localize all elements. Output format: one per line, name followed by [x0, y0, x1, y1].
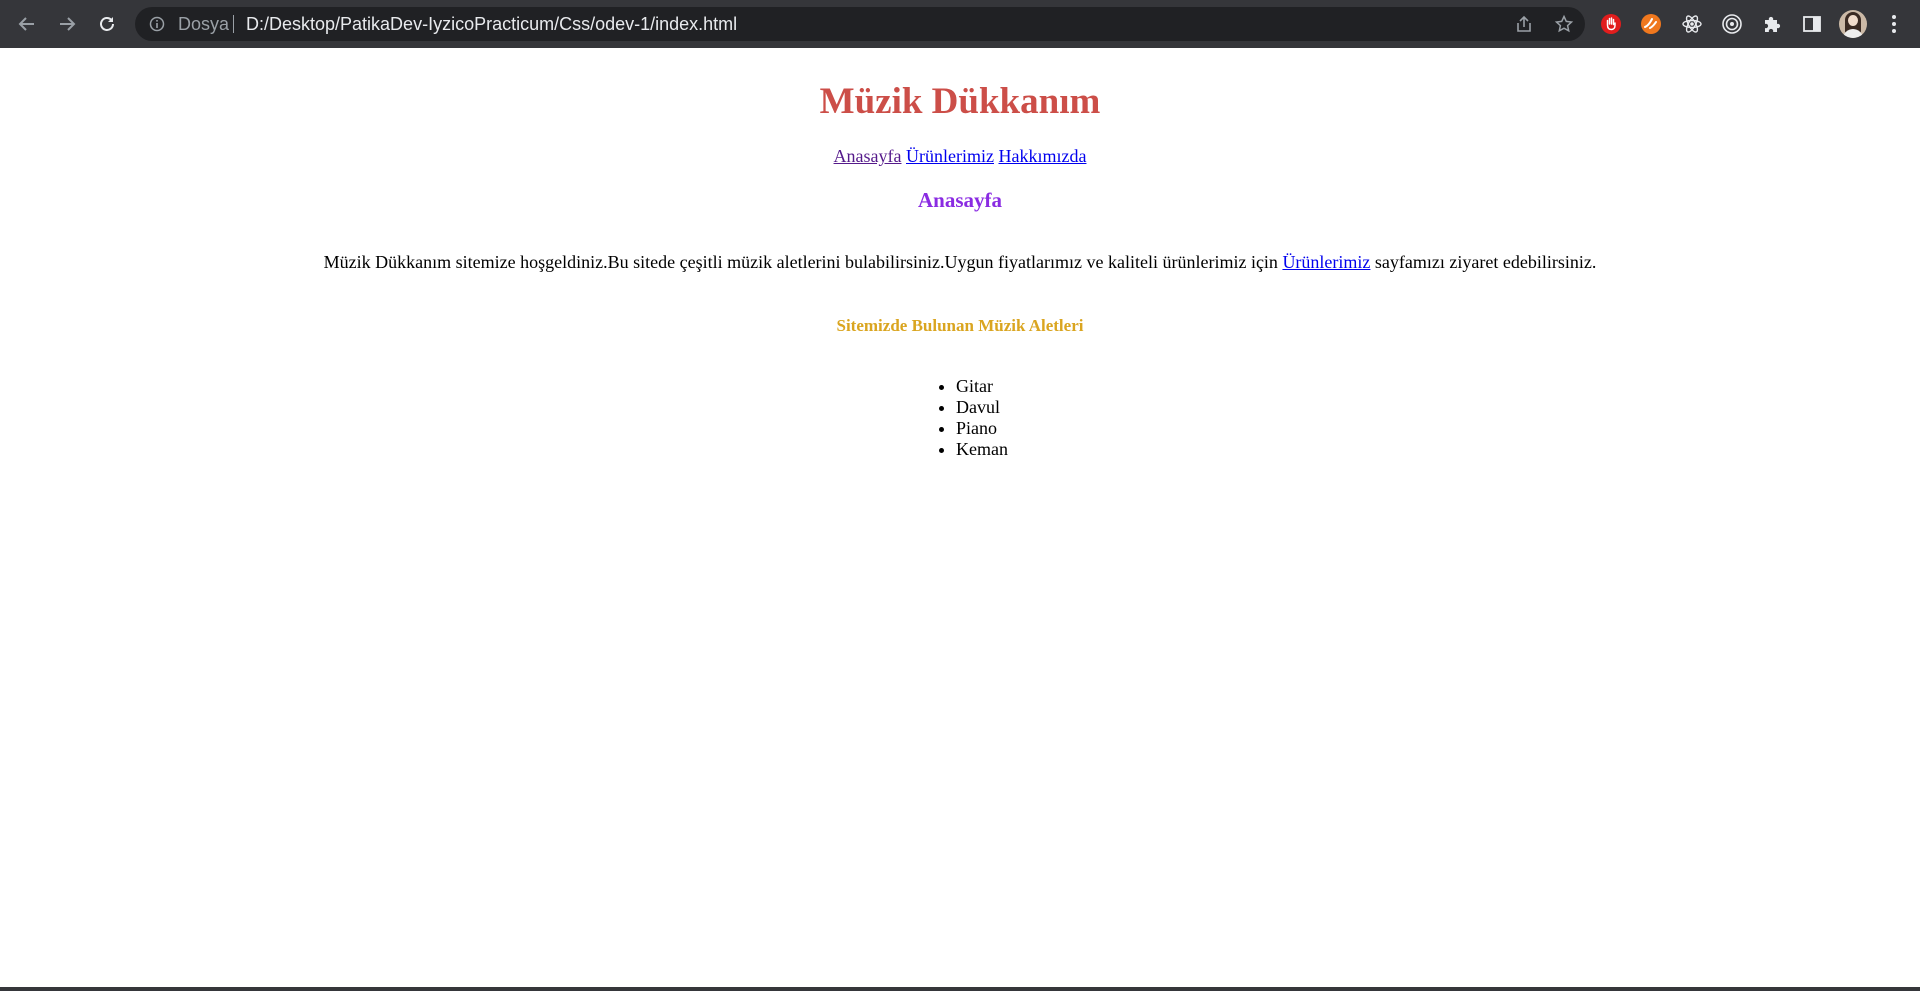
arrow-right-icon	[60, 17, 76, 31]
list-item: Piano	[956, 418, 1008, 439]
browser-toolbar: Dosya D:/Desktop/PatikaDev-IyzicoPractic…	[0, 0, 1920, 48]
orange-extension-icon	[1641, 14, 1661, 34]
extension-orange-button[interactable]	[1638, 11, 1664, 37]
instrument-list: Gitar Davul Piano Keman	[956, 376, 1008, 460]
extensions-button[interactable]	[1759, 11, 1785, 37]
page-content: Müzik Dükkanım Anasayfa Ürünlerimiz Hakk…	[0, 48, 1920, 991]
list-item: Davul	[956, 397, 1008, 418]
info-icon[interactable]	[149, 16, 165, 32]
list-item: Keman	[956, 439, 1008, 460]
share-button[interactable]	[1513, 13, 1535, 35]
intro-text-after: sayfamızı ziyaret edebilirsiniz.	[1370, 252, 1597, 272]
main-nav: Anasayfa Ürünlerimiz Hakkımızda	[0, 146, 1920, 167]
reload-button[interactable]	[92, 9, 122, 39]
intro-paragraph: Müzik Dükkanım sitemize hoşgeldiniz.Bu s…	[0, 252, 1920, 273]
site-info-label[interactable]: Dosya	[178, 7, 229, 41]
reload-icon	[100, 17, 114, 31]
extension-hand-button[interactable]	[1598, 11, 1624, 37]
extension-target-button[interactable]	[1719, 11, 1745, 37]
puzzle-icon	[1765, 16, 1781, 32]
side-panel-icon	[1803, 16, 1821, 32]
share-icon	[1517, 15, 1531, 32]
nav-link-products[interactable]: Ürünlerimiz	[906, 146, 994, 166]
side-panel-button[interactable]	[1799, 11, 1825, 37]
arrow-left-icon	[18, 17, 34, 31]
star-icon	[1554, 14, 1574, 33]
target-icon	[1722, 14, 1742, 34]
page-title: Müzik Dükkanım	[819, 81, 1101, 122]
back-button[interactable]	[12, 9, 42, 39]
forward-button[interactable]	[52, 9, 82, 39]
nav-link-home[interactable]: Anasayfa	[834, 146, 902, 166]
react-atom-icon	[1682, 15, 1702, 33]
intro-products-link[interactable]: Ürünlerimiz	[1282, 252, 1370, 272]
address-divider	[233, 15, 234, 33]
kebab-menu-icon	[1892, 15, 1896, 33]
section-title: Anasayfa	[917, 188, 1002, 212]
address-bar[interactable]: Dosya D:/Desktop/PatikaDev-IyzicoPractic…	[135, 7, 1585, 41]
nav-link-about[interactable]: Hakkımızda	[998, 146, 1086, 166]
intro-text-before: Müzik Dükkanım sitemize hoşgeldiniz.Bu s…	[323, 252, 1283, 272]
list-item: Gitar	[956, 376, 1008, 397]
url-text[interactable]: D:/Desktop/PatikaDev-IyzicoPracticum/Css…	[246, 7, 737, 41]
instruments-heading: Sitemizde Bulunan Müzik Aletleri	[836, 316, 1084, 335]
browser-menu-button[interactable]	[1882, 12, 1906, 36]
extension-react-button[interactable]	[1679, 11, 1705, 37]
bookmark-button[interactable]	[1553, 13, 1575, 35]
profile-avatar[interactable]	[1839, 10, 1867, 38]
hand-stop-icon	[1601, 14, 1621, 34]
window-bottom-edge	[0, 987, 1920, 991]
